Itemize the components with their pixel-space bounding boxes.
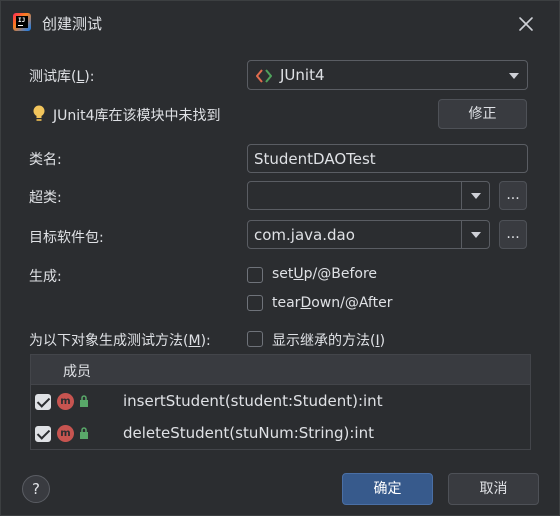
combo-divider	[461, 221, 462, 248]
dialog-title: 创建测试	[42, 15, 103, 33]
class-name-label: 类名:	[29, 152, 62, 168]
table-row[interactable]: m deleteStudent(stuNum:String):int	[31, 418, 530, 450]
method-icon: m	[57, 393, 74, 410]
show-inherited-checkbox[interactable]	[247, 331, 263, 347]
class-name-value: StudentDAOTest	[254, 150, 376, 168]
target-package-combo[interactable]: com.java.dao	[247, 220, 490, 249]
library-warning-text: JUnit4库在该模块中未找到	[53, 108, 221, 124]
member-signature: insertStudent(student:Student):int	[123, 392, 383, 410]
lock-icon	[80, 395, 88, 407]
test-library-select[interactable]: JUnit4	[247, 60, 528, 90]
setup-checkbox[interactable]	[247, 267, 263, 283]
chevron-down-icon[interactable]	[471, 193, 481, 199]
table-row[interactable]: m insertStudent(student:Student):int	[31, 386, 530, 418]
junit-icon	[255, 69, 273, 83]
setup-checkbox-label[interactable]: setUp/@Before	[272, 266, 377, 282]
target-package-label: 目标软件包:	[29, 230, 104, 246]
chevron-down-icon	[509, 73, 519, 79]
lightbulb-icon	[32, 105, 46, 122]
member-checkbox[interactable]	[35, 426, 51, 442]
intellij-logo-icon: IJ	[13, 13, 31, 31]
method-icon: m	[57, 425, 74, 442]
close-icon[interactable]	[515, 13, 537, 35]
target-package-browse-button[interactable]: ...	[499, 220, 527, 249]
title-bar: IJ 创建测试	[1, 1, 559, 45]
test-library-label: 测试库(L):	[29, 69, 95, 85]
fix-button[interactable]: 修正	[438, 99, 527, 129]
members-table-header: 成员	[31, 355, 530, 385]
teardown-checkbox-label[interactable]: tearDown/@After	[272, 295, 392, 311]
teardown-checkbox[interactable]	[247, 295, 263, 311]
members-table: 成员 m insertStudent(student:Student):int …	[30, 354, 531, 450]
ok-button[interactable]: 确定	[342, 473, 433, 505]
chevron-down-icon[interactable]	[471, 232, 481, 238]
superclass-combo[interactable]	[247, 181, 490, 210]
member-checkbox[interactable]	[35, 394, 51, 410]
test-library-value: JUnit4	[280, 66, 325, 84]
superclass-browse-button[interactable]: ...	[499, 181, 527, 210]
class-name-field[interactable]: StudentDAOTest	[247, 144, 528, 173]
superclass-label: 超类:	[29, 190, 62, 206]
member-signature: deleteStudent(stuNum:String):int	[123, 424, 374, 442]
generate-label: 生成:	[29, 269, 62, 285]
members-column-header: 成员	[63, 364, 91, 380]
lock-icon	[80, 427, 88, 439]
combo-divider	[461, 182, 462, 209]
create-test-dialog: IJ 创建测试 测试库(L): JUnit4 JUnit4库在该模块中未找到 修…	[0, 0, 560, 516]
help-button[interactable]: ?	[22, 475, 50, 503]
show-inherited-label[interactable]: 显示继承的方法(I)	[272, 330, 385, 350]
methods-for-label: 为以下对象生成测试方法(M):	[29, 333, 211, 349]
cancel-button[interactable]: 取消	[448, 473, 539, 505]
target-package-value: com.java.dao	[254, 226, 355, 244]
